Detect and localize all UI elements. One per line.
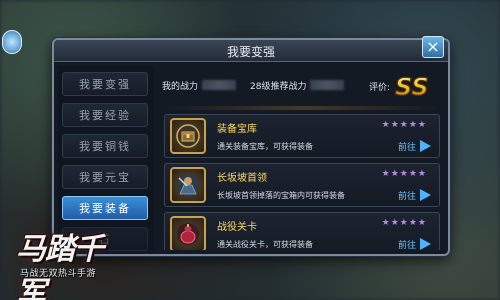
power-info-bar: 我的战力 28级推荐战力 评价: SS <box>158 70 444 101</box>
sidebar-item-equipment[interactable]: 我要装备 <box>62 196 148 220</box>
recommended-power-label: 28级推荐战力 <box>250 81 307 92</box>
content-panel: 我的战力 28级推荐战力 评价: SS 装备宝库 通关装备宝库，可获得装备 ★★… <box>158 66 444 250</box>
logo-title: 马踏千军 <box>16 232 104 300</box>
sidebar-item-stronger[interactable]: 我要变强 <box>62 72 148 96</box>
arrow-right-icon <box>420 189 431 201</box>
go-button[interactable]: 前往 <box>398 188 431 202</box>
my-power-label: 我的战力 <box>162 81 199 92</box>
equipment-source-list: 装备宝库 通关装备宝库，可获得装备 ★★★★★ 前往 长坂坡首领 长坂坡首领掉落… <box>164 106 440 250</box>
go-button-label: 前往 <box>397 240 416 251</box>
treasure-chest-icon <box>170 118 206 154</box>
logo-subtitle: 马战无双热斗手游 <box>20 269 97 279</box>
go-button-label: 前往 <box>397 142 416 153</box>
close-button[interactable]: × <box>422 36 444 58</box>
card-description: 通关战役关卡，可获得装备 <box>217 240 313 249</box>
list-item-equipment-vault[interactable]: 装备宝库 通关装备宝库，可获得装备 ★★★★★ 前往 <box>164 114 440 158</box>
star-rating: ★★★★★ <box>381 120 427 130</box>
sidebar-item-copper[interactable]: 我要铜钱 <box>62 134 148 158</box>
arrow-right-icon <box>420 140 431 152</box>
list-top-divider <box>164 106 440 110</box>
go-button[interactable]: 前往 <box>398 139 431 153</box>
menu-orb-icon[interactable] <box>2 30 22 54</box>
list-item-campaign-stage[interactable]: 战役关卡 通关战役关卡，可获得装备 ★★★★★ 前往 <box>164 212 440 250</box>
battle-gourd-icon <box>170 216 206 250</box>
warrior-boss-icon <box>170 167 206 203</box>
card-description: 长坂坡首领掉落的宝箱内可获得装备 <box>217 191 345 200</box>
dialog-title: 我要变强 <box>226 45 275 59</box>
card-title: 装备宝库 <box>217 124 257 135</box>
rating-label: 评价: <box>368 83 390 93</box>
sidebar-item-ingot[interactable]: 我要元宝 <box>62 165 148 189</box>
go-button[interactable]: 前往 <box>398 237 431 250</box>
game-logo: 马踏千军 马战无双热斗手游 <box>6 222 124 300</box>
rating-ss-icon: SS <box>394 70 429 101</box>
star-rating: ★★★★★ <box>381 169 427 179</box>
card-title: 长坂坡首领 <box>217 173 267 184</box>
list-item-changban-boss[interactable]: 长坂坡首领 长坂坡首领掉落的宝箱内可获得装备 ★★★★★ 前往 <box>164 163 440 207</box>
my-power-value-blurred <box>202 80 237 90</box>
arrow-right-icon <box>420 238 431 250</box>
recommended-power-value-blurred <box>310 80 345 90</box>
card-title: 战役关卡 <box>217 222 257 233</box>
sidebar-item-experience[interactable]: 我要经验 <box>62 103 148 127</box>
star-rating: ★★★★★ <box>381 218 427 228</box>
card-description: 通关装备宝库，可获得装备 <box>217 142 313 151</box>
dialog-header: 我要变强 × <box>54 36 448 62</box>
svg-text:SS: SS <box>395 73 428 100</box>
go-button-label: 前往 <box>397 191 416 202</box>
